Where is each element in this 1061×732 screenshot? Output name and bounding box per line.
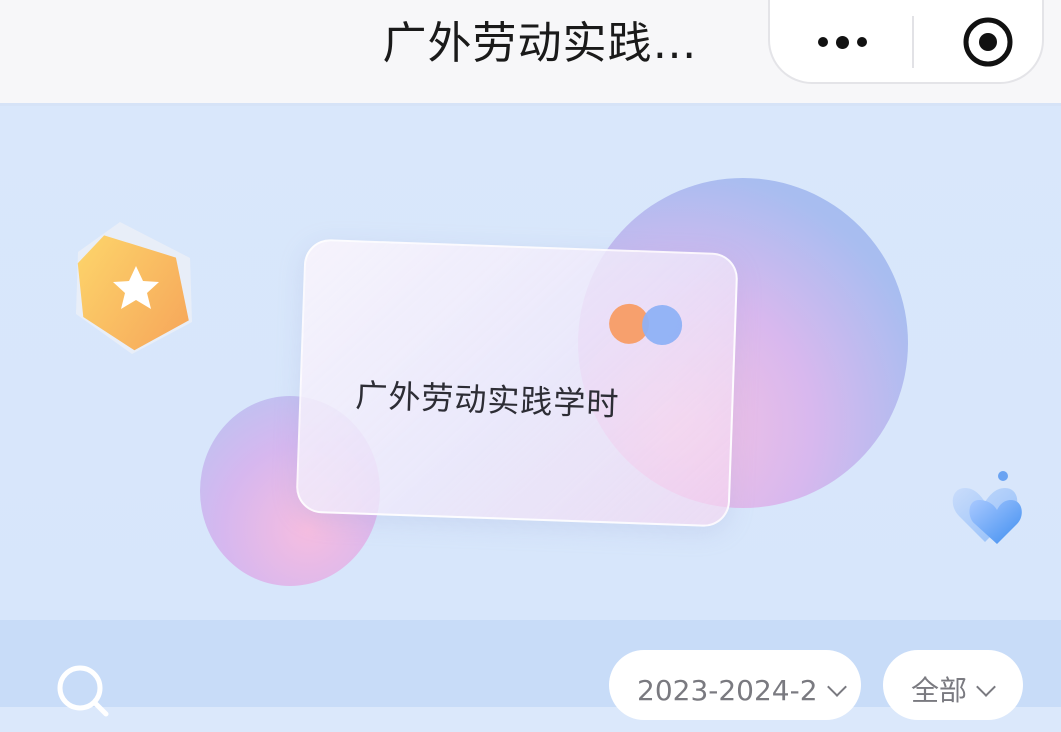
course-card: 广外劳动实践学时: [295, 238, 739, 528]
chevron-down-icon: [826, 677, 847, 697]
top-navigation-bar: 广外劳动实践…: [0, 0, 1061, 106]
mini-program-capsule: [768, 0, 1044, 84]
scope-select[interactable]: 全部: [883, 650, 1023, 720]
target-circle-icon[interactable]: [962, 16, 1014, 68]
search-icon[interactable]: [54, 662, 110, 718]
blue-dot-icon: [641, 304, 683, 346]
scope-select-label: 全部: [911, 674, 968, 707]
hero-banner: 广外劳动实践学时: [0, 106, 1061, 620]
term-select-label: 2023-2024-2: [637, 674, 818, 707]
page-title: 广外劳动实践…: [382, 18, 698, 69]
card-title: 广外劳动实践学时: [354, 376, 620, 424]
term-select[interactable]: 2023-2024-2: [609, 650, 861, 720]
heart-icon: [952, 471, 1022, 544]
more-dots-icon[interactable]: [810, 20, 874, 64]
star-badge-icon: [76, 222, 192, 354]
chevron-down-icon: [976, 677, 996, 697]
filter-bar: 2023-2024-2 全部: [0, 620, 1061, 720]
capsule-divider: [912, 16, 914, 68]
